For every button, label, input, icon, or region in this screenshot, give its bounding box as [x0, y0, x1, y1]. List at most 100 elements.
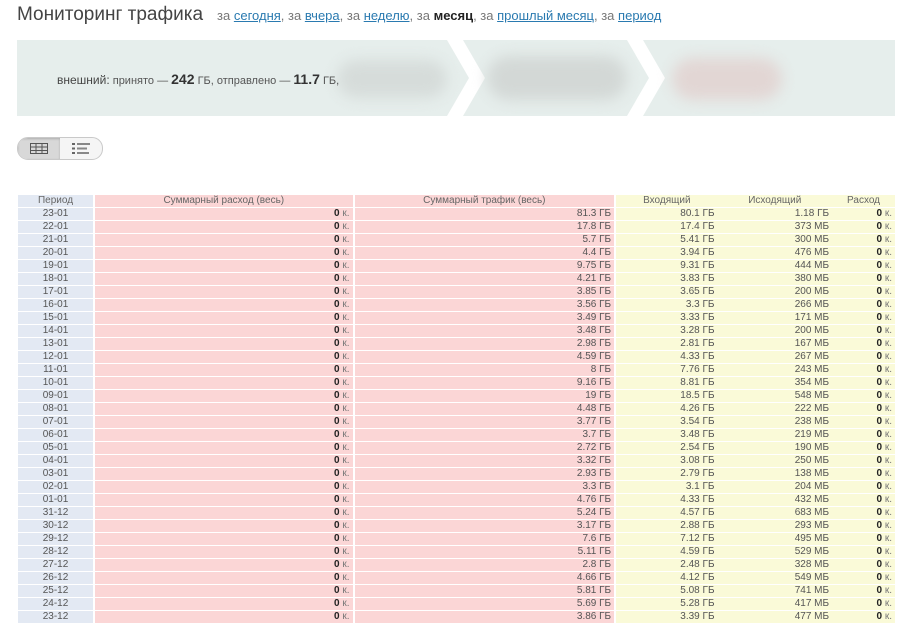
table-row: 21-01 0 к. 5.7 ГБ 5.41 ГБ 300 МБ 0 к. [18, 234, 895, 246]
cost-unit: к. [342, 598, 350, 609]
cell-total-traffic: 81.3 ГБ [354, 208, 615, 220]
table-row: 26-12 0 к. 4.66 ГБ 4.12 ГБ 549 МБ 0 к. [18, 572, 895, 584]
period-link-0[interactable]: сегодня [234, 8, 281, 23]
cell-incoming: 9.31 ГБ [616, 260, 718, 272]
cell-expense: 0 к. [832, 442, 895, 454]
cost-value: 0 [334, 572, 340, 583]
cost-value: 0 [334, 442, 340, 453]
cell-period: 10-01 [18, 377, 94, 389]
cell-incoming: 5.41 ГБ [616, 234, 718, 246]
cost-value: 0 [334, 520, 340, 531]
cost-value: 0 [334, 481, 340, 492]
header-period[interactable]: Период [18, 195, 94, 207]
cost-value: 0 [334, 455, 340, 466]
cell-expense: 0 к. [832, 598, 895, 610]
header-expense[interactable]: Расход [832, 195, 895, 207]
expense-value: 0 [876, 455, 883, 466]
header-incoming[interactable]: Входящий [616, 195, 718, 207]
cell-total-traffic: 4.76 ГБ [354, 494, 615, 506]
cell-outgoing: 549 МБ [717, 572, 833, 584]
period-link-5[interactable]: период [618, 8, 661, 23]
cell-period: 07-01 [18, 416, 94, 428]
cell-incoming: 17.4 ГБ [616, 221, 718, 233]
cell-expense: 0 к. [832, 260, 895, 272]
table-row: 09-01 0 к. 19 ГБ 18.5 ГБ 548 МБ 0 к. [18, 390, 895, 402]
period-link-4[interactable]: прошлый месяц [497, 8, 594, 23]
cost-value: 0 [334, 299, 340, 310]
period-prefix: за [217, 8, 231, 23]
period-link-1[interactable]: вчера [305, 8, 340, 23]
cost-value: 0 [334, 273, 340, 284]
view-toggle [17, 137, 103, 160]
cell-incoming: 3.1 ГБ [616, 481, 718, 493]
expense-unit: к. [884, 611, 892, 622]
cell-period: 21-01 [18, 234, 94, 246]
cell-incoming: 3.08 ГБ [616, 455, 718, 467]
cell-expense: 0 к. [832, 325, 895, 337]
period-link-2[interactable]: неделю [364, 8, 410, 23]
expense-unit: к. [884, 507, 892, 518]
cell-total-cost: 0 к. [95, 325, 353, 337]
cell-period: 08-01 [18, 403, 94, 415]
period-prefix: , за [280, 8, 302, 23]
cell-total-cost: 0 к. [95, 533, 353, 545]
cost-unit: к. [342, 585, 350, 596]
cost-unit: к. [342, 416, 350, 427]
table-row: 06-01 0 к. 3.7 ГБ 3.48 ГБ 219 МБ 0 к. [18, 429, 895, 441]
cell-incoming: 2.48 ГБ [616, 559, 718, 571]
cell-total-cost: 0 к. [95, 208, 353, 220]
cost-value: 0 [334, 416, 340, 427]
table-row: 10-01 0 к. 9.16 ГБ 8.81 ГБ 354 МБ 0 к. [18, 377, 895, 389]
cell-total-cost: 0 к. [95, 481, 353, 493]
cell-total-traffic: 5.7 ГБ [354, 234, 615, 246]
table-row: 31-12 0 к. 5.24 ГБ 4.57 ГБ 683 МБ 0 к. [18, 507, 895, 519]
cell-incoming: 7.76 ГБ [616, 364, 718, 376]
cost-unit: к. [342, 221, 350, 232]
expense-value: 0 [876, 494, 883, 505]
expense-unit: к. [884, 299, 892, 310]
header-outgoing[interactable]: Исходящий [717, 195, 833, 207]
cost-unit: к. [342, 208, 350, 219]
cost-unit: к. [342, 494, 350, 505]
cell-total-traffic: 4.59 ГБ [354, 351, 615, 363]
period-link-3: месяц [433, 8, 474, 23]
cell-total-cost: 0 к. [95, 507, 353, 519]
expense-unit: к. [884, 559, 892, 570]
header-total-traffic[interactable]: Суммарный трафик (весь) [354, 195, 615, 207]
cell-outgoing: 328 МБ [717, 559, 833, 571]
cell-total-traffic: 3.17 ГБ [354, 520, 615, 532]
cost-value: 0 [334, 312, 340, 323]
cell-incoming: 3.65 ГБ [616, 286, 718, 298]
cell-outgoing: 432 МБ [717, 494, 833, 506]
cell-outgoing: 548 МБ [717, 390, 833, 402]
list-view-button[interactable] [60, 138, 102, 159]
header-total-cost[interactable]: Суммарный расход (весь) [95, 195, 353, 207]
cell-expense: 0 к. [832, 273, 895, 285]
cell-expense: 0 к. [832, 364, 895, 376]
traffic-summary: внешний: принято — 242 ГБ, отправлено — … [57, 71, 339, 87]
cell-incoming: 3.33 ГБ [616, 312, 718, 324]
cost-unit: к. [342, 390, 350, 401]
sent-value: 11.7 [293, 71, 320, 87]
cost-unit: к. [342, 520, 350, 531]
table-header-row: Период Суммарный расход (весь) Суммарный… [18, 195, 895, 207]
expense-unit: к. [884, 494, 892, 505]
expense-value: 0 [876, 260, 883, 271]
cell-expense: 0 к. [832, 351, 895, 363]
cell-total-traffic: 3.3 ГБ [354, 481, 615, 493]
cost-unit: к. [342, 299, 350, 310]
cell-period: 27-12 [18, 559, 94, 571]
cell-period: 29-12 [18, 533, 94, 545]
cell-incoming: 4.12 ГБ [616, 572, 718, 584]
cell-total-traffic: 2.98 ГБ [354, 338, 615, 350]
cell-period: 26-12 [18, 572, 94, 584]
blurred-segment [337, 60, 447, 98]
table-view-button[interactable] [18, 138, 60, 159]
cell-incoming: 2.79 ГБ [616, 468, 718, 480]
cost-unit: к. [342, 546, 350, 557]
cell-period: 05-01 [18, 442, 94, 454]
table-row: 17-01 0 к. 3.85 ГБ 3.65 ГБ 200 МБ 0 к. [18, 286, 895, 298]
cell-expense: 0 к. [832, 286, 895, 298]
cell-total-cost: 0 к. [95, 286, 353, 298]
cell-incoming: 3.48 ГБ [616, 429, 718, 441]
